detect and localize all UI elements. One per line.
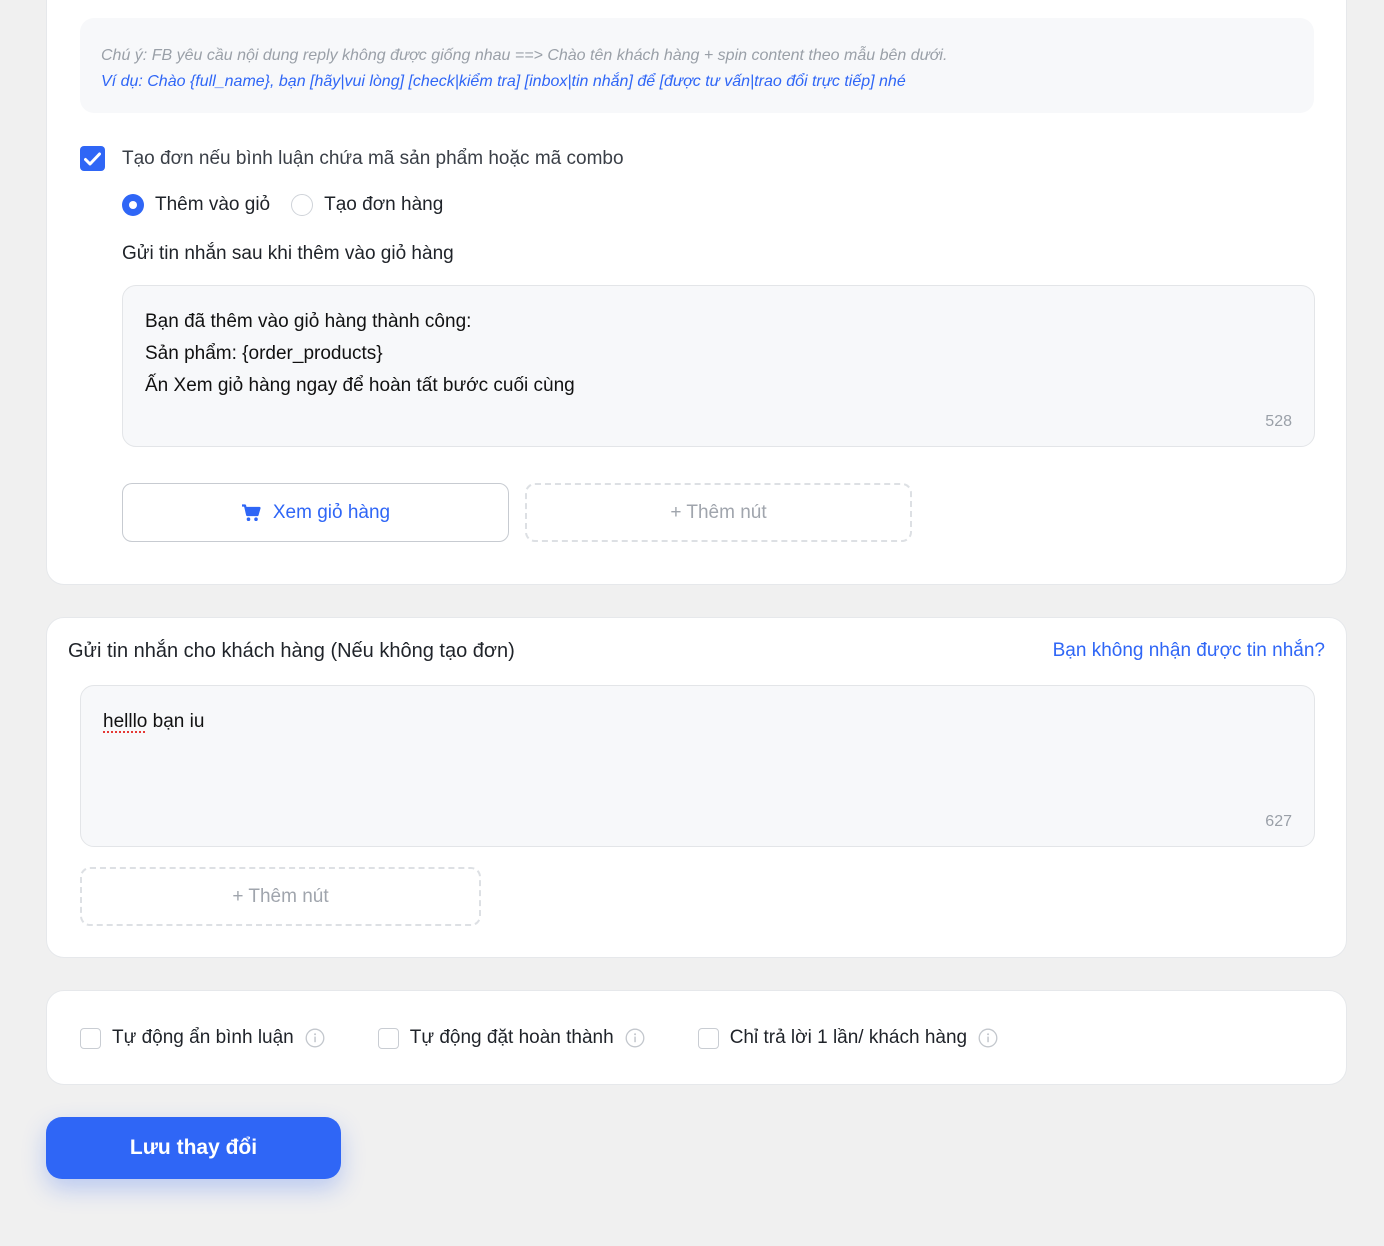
customer-message-card: Gửi tin nhắn cho khách hàng (Nếu không t… [46,617,1347,958]
add-button-label: + Thêm nút [670,501,767,523]
reply-once-label: Chỉ trả lời 1 lần/ khách hàng [729,1027,968,1048]
info-icon[interactable] [978,1028,998,1048]
customer-message-text: bạn iu [147,711,205,732]
reply-once-checkbox[interactable] [697,1027,719,1049]
order-settings-card: Chú ý: FB yêu cầu nội dung reply không đ… [46,0,1347,585]
auto-hide-checkbox[interactable] [80,1027,101,1049]
auto-options-card: Tự động ẩn bình luận Tự động đặt hoàn th… [46,990,1347,1085]
auto-hide-label: Tự động ẩn bình luận [112,1027,294,1048]
order-mode-radio-group: Thêm vào giỏ Tạo đơn hàng [122,194,443,216]
add-button-customer[interactable]: + Thêm nút [80,867,481,926]
info-icon[interactable] [305,1028,325,1048]
create-order-label: Tạo đơn nếu bình luận chứa mã sản phẩm h… [122,147,624,169]
radio-add-to-cart[interactable] [122,194,144,216]
check-icon [84,152,101,165]
create-order-checkbox[interactable] [80,146,105,171]
option-auto-hide-comment[interactable]: Tự động ẩn bình luận [80,1027,325,1049]
cart-message-textarea[interactable]: Bạn đã thêm vào giỏ hàng thành công: Sản… [122,285,1315,447]
save-changes-button[interactable]: Lưu thay đổi [46,1117,341,1179]
radio-add-to-cart-label[interactable]: Thêm vào giỏ [155,194,270,216]
customer-message-textarea[interactable]: helllo bạn iu 627 [80,685,1315,847]
misspelled-word: helllo [103,711,148,732]
cart-message-line: Ấn Xem giỏ hàng ngay để hoàn tất bước cu… [145,375,575,396]
auto-options: Tự động ẩn bình luận Tự động đặt hoàn th… [80,1027,998,1049]
help-link[interactable]: Bạn không nhận được tin nhắn? [1053,640,1325,662]
auto-complete-label: Tự động đặt hoàn thành [409,1027,614,1048]
customer-message-title: Gửi tin nhắn cho khách hàng (Nếu không t… [68,640,515,662]
radio-create-order[interactable] [291,194,314,216]
add-button-cart[interactable]: + Thêm nút [525,483,912,542]
cart-message-line: Sản phẩm: {order_products} [145,343,383,364]
option-auto-complete[interactable]: Tự động đặt hoàn thành [377,1027,645,1049]
cart-icon [241,503,261,521]
cart-message-line: Bạn đã thêm vào giỏ hàng thành công: [145,311,472,332]
spin-content-note: Chú ý: FB yêu cầu nội dung reply không đ… [80,18,1314,113]
info-icon[interactable] [625,1028,645,1048]
cart-message-label: Gửi tin nhắn sau khi thêm vào giỏ hàng [122,243,454,264]
radio-create-order-label[interactable]: Tạo đơn hàng [324,194,443,216]
view-cart-label: Xem giỏ hàng [272,501,391,523]
customer-message-counter: 627 [1265,813,1292,830]
create-order-option[interactable]: Tạo đơn nếu bình luận chứa mã sản phẩm h… [80,146,624,171]
note-example: Ví dụ: Chào {full_name}, bạn [hãy|vui lò… [101,73,906,90]
view-cart-button[interactable]: Xem giỏ hàng [122,483,509,542]
note-warning: Chú ý: FB yêu cầu nội dung reply không đ… [101,47,948,64]
add-button-label: + Thêm nút [232,885,329,907]
option-reply-once[interactable]: Chỉ trả lời 1 lần/ khách hàng [697,1027,998,1049]
cart-message-counter: 528 [1265,413,1292,430]
auto-complete-checkbox[interactable] [377,1027,399,1049]
